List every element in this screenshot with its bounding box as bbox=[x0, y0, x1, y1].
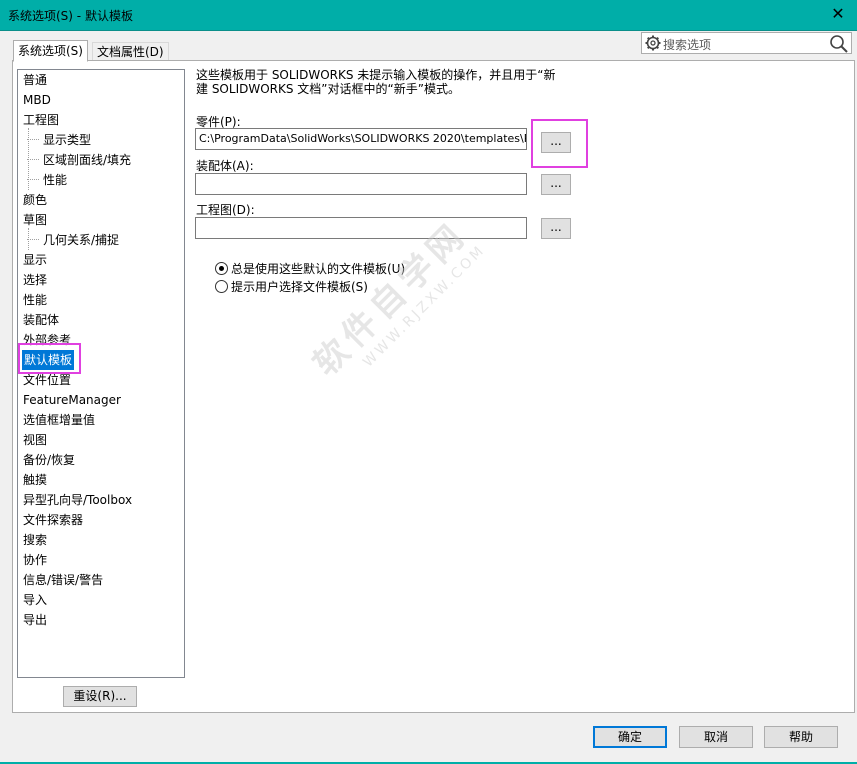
tree-item-assemblies[interactable]: 装配体 bbox=[23, 310, 59, 330]
tree-item-hole-wizard-toolbox[interactable]: 异型孔向导/Toolbox bbox=[23, 490, 132, 510]
radio-selected-icon[interactable] bbox=[215, 262, 228, 275]
tree-item-general[interactable]: 普通 bbox=[23, 70, 47, 90]
tree-item-view[interactable]: 视图 bbox=[23, 430, 47, 450]
window-title: 系统选项(S) - 默认模板 bbox=[8, 9, 133, 23]
tree-item-sketch[interactable]: 草图 bbox=[23, 210, 47, 230]
tree-item-file-locations[interactable]: 文件位置 bbox=[23, 370, 71, 390]
drawing-template-field[interactable] bbox=[195, 217, 527, 239]
radio-prompt-user[interactable]: 提示用户选择文件模板(S) bbox=[215, 279, 368, 295]
radio-label: 提示用户选择文件模板(S) bbox=[231, 280, 368, 294]
description-line: 建 SOLIDWORKS 文档”对话框中的“新手”模式。 bbox=[196, 82, 460, 96]
search-input[interactable]: 搜索选项 bbox=[663, 36, 711, 53]
tree-item-selection[interactable]: 选择 bbox=[23, 270, 47, 290]
radio-unselected-icon[interactable] bbox=[215, 280, 228, 293]
part-browse-button[interactable]: ... bbox=[541, 132, 571, 153]
tree-item-display[interactable]: 显示 bbox=[23, 250, 47, 270]
assembly-label: 装配体(A): bbox=[196, 159, 254, 173]
tab-system-options[interactable]: 系统选项(S) bbox=[13, 40, 88, 62]
cancel-button[interactable]: 取消 bbox=[679, 726, 753, 748]
tab-document-properties[interactable]: 文档属性(D) bbox=[92, 42, 169, 61]
tree-item-display-type[interactable]: 显示类型 bbox=[26, 130, 91, 150]
tree-item-default-templates[interactable]: 默认模板 bbox=[22, 350, 75, 370]
tree-item-collaboration[interactable]: 协作 bbox=[23, 550, 47, 570]
tree-item-touch[interactable]: 触摸 bbox=[23, 470, 47, 490]
search-box[interactable]: 搜索选项 bbox=[641, 32, 852, 54]
search-icon[interactable] bbox=[829, 34, 849, 54]
tree-item-mbd[interactable]: MBD bbox=[23, 90, 51, 110]
options-tree[interactable]: 普通 MBD 工程图 显示类型 区域剖面线/填充 性能 颜色 草图 几何关系/捕… bbox=[17, 69, 185, 678]
gear-icon[interactable] bbox=[644, 34, 662, 52]
assembly-template-field[interactable] bbox=[195, 173, 527, 195]
tree-item-performance[interactable]: 性能 bbox=[23, 290, 47, 310]
description: 这些模板用于 SOLIDWORKS 未提示输入模板的操作，并且用于“新 建 SO… bbox=[196, 68, 576, 96]
tree-item-backup-recover[interactable]: 备份/恢复 bbox=[23, 450, 75, 470]
close-icon[interactable]: ✕ bbox=[827, 3, 849, 25]
tree-item-external-references[interactable]: 外部参考 bbox=[23, 330, 71, 350]
tree-item-export[interactable]: 导出 bbox=[23, 610, 47, 630]
ok-button[interactable]: 确定 bbox=[593, 726, 667, 748]
tree-item-relations-snaps[interactable]: 几何关系/捕捉 bbox=[26, 230, 119, 250]
description-line: 这些模板用于 SOLIDWORKS 未提示输入模板的操作，并且用于“新 bbox=[196, 68, 556, 82]
tree-item-drawings[interactable]: 工程图 bbox=[23, 110, 59, 130]
tree-item-file-explorer[interactable]: 文件探索器 bbox=[23, 510, 83, 530]
part-template-field[interactable]: C:\ProgramData\SolidWorks\SOLIDWORKS 202… bbox=[195, 128, 527, 150]
tree-item-featuremanager[interactable]: FeatureManager bbox=[23, 390, 121, 410]
reset-button[interactable]: 重设(R)... bbox=[63, 686, 137, 707]
assembly-browse-button[interactable]: ... bbox=[541, 174, 571, 195]
tree-item-search[interactable]: 搜索 bbox=[23, 530, 47, 550]
tree-item-messages-errors-warnings[interactable]: 信息/错误/警告 bbox=[23, 570, 103, 590]
tree-item-drawing-performance[interactable]: 性能 bbox=[26, 170, 67, 190]
drawing-label: 工程图(D): bbox=[196, 203, 255, 217]
help-button[interactable]: 帮助 bbox=[764, 726, 838, 748]
drawing-browse-button[interactable]: ... bbox=[541, 218, 571, 239]
title-bar: 系统选项(S) - 默认模板 ✕ bbox=[0, 0, 857, 31]
tree-item-colors[interactable]: 颜色 bbox=[23, 190, 47, 210]
tree-item-spin-box-increments[interactable]: 选值框增量值 bbox=[23, 410, 95, 430]
tree-item-import[interactable]: 导入 bbox=[23, 590, 47, 610]
tree-item-area-hatch[interactable]: 区域剖面线/填充 bbox=[26, 150, 131, 170]
